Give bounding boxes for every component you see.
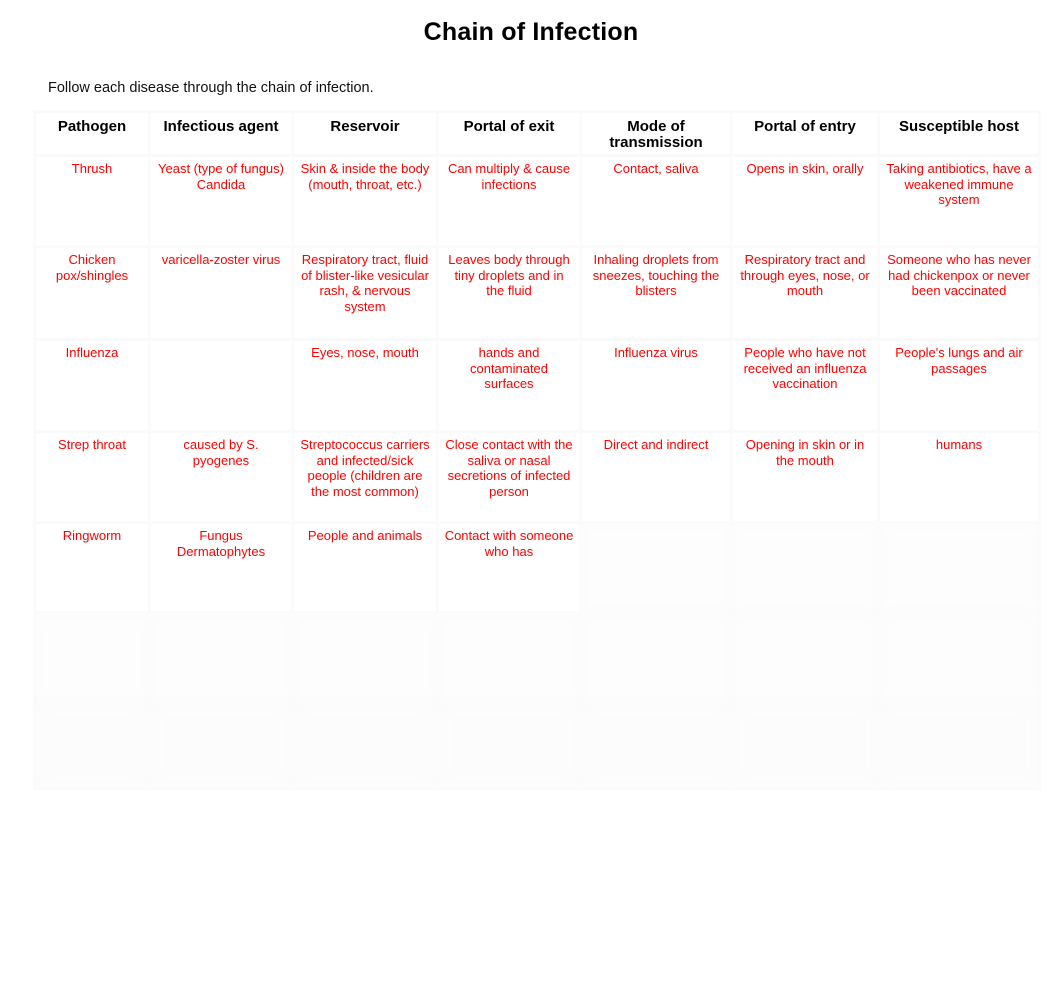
cell-susceptible-host[interactable] (880, 524, 1038, 611)
table-row (36, 614, 1038, 702)
cell-portal-of-exit[interactable] (439, 614, 579, 702)
cell-pathogen (36, 614, 148, 702)
cell-pathogen (36, 705, 148, 787)
cell-mode-of-transmission[interactable]: Inhaling droplets from sneezes, touching… (582, 248, 730, 338)
cell-susceptible-host[interactable]: humans (880, 433, 1038, 521)
cell-pathogen: Thrush (36, 157, 148, 245)
column-header-portal-of-exit: Portal of exit (439, 113, 579, 154)
cell-portal-of-entry[interactable]: Opens in skin, orally (733, 157, 877, 245)
chain-of-infection-table-wrapper: Pathogen Infectious agent Reservoir Port… (33, 110, 1041, 790)
cell-portal-of-exit[interactable]: Close contact with the saliva or nasal s… (439, 433, 579, 521)
cell-reservoir[interactable] (294, 705, 436, 787)
cell-susceptible-host[interactable]: People's lungs and air passages (880, 341, 1038, 430)
cell-portal-of-exit[interactable]: Leaves body through tiny droplets and in… (439, 248, 579, 338)
column-header-pathogen: Pathogen (36, 113, 148, 154)
table-row: Strep throat caused by S. pyogenes Strep… (36, 433, 1038, 521)
cell-pathogen: Influenza (36, 341, 148, 430)
cell-mode-of-transmission[interactable]: Direct and indirect (582, 433, 730, 521)
cell-portal-of-exit[interactable]: hands and contaminated surfaces (439, 341, 579, 430)
cell-mode-of-transmission[interactable]: Influenza virus (582, 341, 730, 430)
cell-portal-of-entry[interactable] (733, 524, 877, 611)
cell-susceptible-host[interactable]: Taking antibiotics, have a weakened immu… (880, 157, 1038, 245)
cell-infectious-agent[interactable] (151, 614, 291, 702)
cell-susceptible-host[interactable] (880, 614, 1038, 702)
instruction-text: Follow each disease through the chain of… (48, 80, 374, 96)
cell-infectious-agent[interactable] (151, 341, 291, 430)
cell-reservoir[interactable] (294, 614, 436, 702)
column-header-mode-of-transmission: Mode of transmission (582, 113, 730, 154)
cell-infectious-agent[interactable]: Fungus Dermatophytes (151, 524, 291, 611)
cell-portal-of-exit[interactable] (439, 705, 579, 787)
table-row (36, 705, 1038, 787)
cell-pathogen: Strep throat (36, 433, 148, 521)
cell-infectious-agent[interactable]: varicella-zoster virus (151, 248, 291, 338)
column-header-susceptible-host: Susceptible host (880, 113, 1038, 154)
column-header-reservoir: Reservoir (294, 113, 436, 154)
cell-pathogen: Ringworm (36, 524, 148, 611)
table-row: Chicken pox/shingles varicella-zoster vi… (36, 248, 1038, 338)
cell-portal-of-entry[interactable]: Respiratory tract and through eyes, nose… (733, 248, 877, 338)
cell-reservoir[interactable]: Eyes, nose, mouth (294, 341, 436, 430)
table-row: Thrush Yeast (type of fungus) Candida Sk… (36, 157, 1038, 245)
cell-reservoir[interactable]: Streptococcus carriers and infected/sick… (294, 433, 436, 521)
header-row: Pathogen Infectious agent Reservoir Port… (36, 113, 1038, 154)
cell-portal-of-entry[interactable]: Opening in skin or in the mouth (733, 433, 877, 521)
cell-infectious-agent[interactable] (151, 705, 291, 787)
table-row: Influenza Eyes, nose, mouth hands and co… (36, 341, 1038, 430)
cell-portal-of-entry[interactable] (733, 614, 877, 702)
cell-infectious-agent[interactable]: caused by S. pyogenes (151, 433, 291, 521)
cell-reservoir[interactable]: People and animals (294, 524, 436, 611)
column-header-infectious-agent: Infectious agent (151, 113, 291, 154)
cell-reservoir[interactable]: Respiratory tract, fluid of blister-like… (294, 248, 436, 338)
table-header: Pathogen Infectious agent Reservoir Port… (36, 113, 1038, 154)
cell-susceptible-host[interactable]: Someone who has never had chickenpox or … (880, 248, 1038, 338)
cell-portal-of-exit[interactable]: Can multiply & cause infections (439, 157, 579, 245)
cell-reservoir[interactable]: Skin & inside the body (mouth, throat, e… (294, 157, 436, 245)
cell-mode-of-transmission[interactable] (582, 524, 730, 611)
table-row: Ringworm Fungus Dermatophytes People and… (36, 524, 1038, 611)
column-header-portal-of-entry: Portal of entry (733, 113, 877, 154)
cell-mode-of-transmission[interactable] (582, 705, 730, 787)
cell-pathogen: Chicken pox/shingles (36, 248, 148, 338)
cell-mode-of-transmission[interactable]: Contact, saliva (582, 157, 730, 245)
chain-of-infection-table: Pathogen Infectious agent Reservoir Port… (33, 110, 1041, 790)
table-body: Thrush Yeast (type of fungus) Candida Sk… (36, 157, 1038, 787)
document-page: Chain of Infection Follow each disease t… (0, 0, 1062, 1001)
page-title: Chain of Infection (423, 18, 639, 46)
cell-portal-of-exit[interactable]: Contact with someone who has (439, 524, 579, 611)
cell-infectious-agent[interactable]: Yeast (type of fungus) Candida (151, 157, 291, 245)
cell-portal-of-entry[interactable] (733, 705, 877, 787)
cell-portal-of-entry[interactable]: People who have not received an influenz… (733, 341, 877, 430)
cell-mode-of-transmission[interactable] (582, 614, 730, 702)
cell-susceptible-host[interactable] (880, 705, 1038, 787)
